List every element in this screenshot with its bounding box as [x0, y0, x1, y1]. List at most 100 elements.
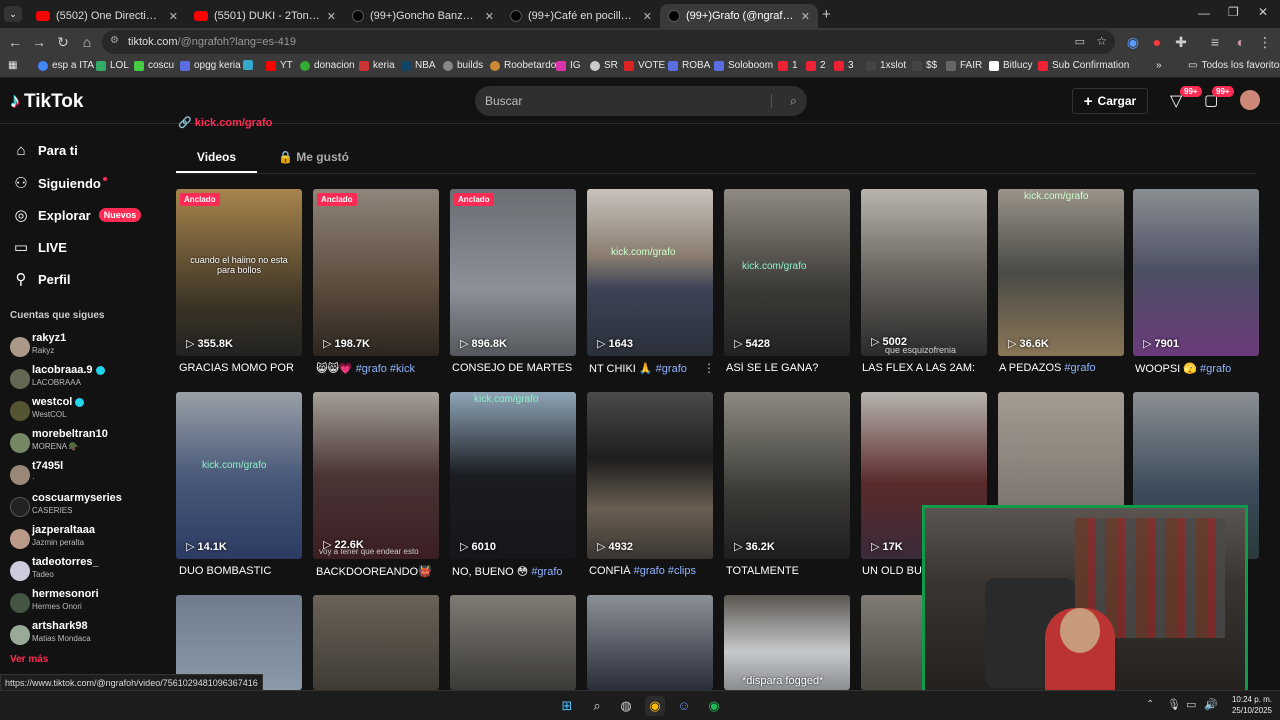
video-caption[interactable]: TOTALMENTE: [726, 565, 852, 577]
chrome-menu-icon[interactable]: ⋮: [1256, 33, 1274, 51]
followed-account[interactable]: coscuarmyseries CASERIES: [10, 492, 155, 522]
bookmark-item[interactable]: ROBA: [668, 60, 710, 71]
video-caption[interactable]: NT CHIKI 🙏 #grafo: [589, 362, 715, 375]
volume-icon[interactable]: 🔊: [1204, 698, 1218, 711]
bookmark-item[interactable]: donacion: [300, 60, 355, 71]
video-caption[interactable]: 😸😸💗 #grafo #kick: [316, 362, 442, 375]
video-card[interactable]: que esquizofrenia ▷ 5002: [861, 189, 987, 356]
bookmark-item[interactable]: builds: [443, 60, 483, 71]
profile-avatar-icon[interactable]: ◐: [1232, 33, 1250, 51]
bookmark-item[interactable]: VOTE: [624, 60, 665, 71]
browser-tab[interactable]: (99+)Café en pocillo: opciones ,✕: [502, 4, 660, 28]
bookmark-item[interactable]: LOL: [96, 60, 129, 71]
profile-link[interactable]: 🔗 kick.com/grafo: [178, 116, 272, 129]
bookmark-item[interactable]: coscu: [134, 60, 174, 71]
close-window-icon[interactable]: ✕: [1258, 5, 1268, 19]
video-card[interactable]: [313, 595, 439, 690]
video-caption[interactable]: UN OLD BU: [862, 565, 922, 577]
minimize-icon[interactable]: —: [1198, 6, 1210, 20]
avatar[interactable]: [1240, 90, 1260, 110]
video-card[interactable]: kick.com/grafo ▷ 5428: [724, 189, 850, 356]
video-caption[interactable]: CONSEJO DE MARTES: [452, 362, 578, 374]
video-card[interactable]: ▷ 7901: [1133, 189, 1259, 356]
bookmark-item[interactable]: Sub Confirmation: [1038, 60, 1129, 71]
bookmark-item[interactable]: opgg keria: [180, 60, 241, 71]
followed-account[interactable]: rakyz1 Rakyz: [10, 332, 155, 362]
discord-icon[interactable]: ☺: [674, 696, 694, 716]
video-card[interactable]: Anclado ▷ 896.8K: [450, 189, 576, 356]
video-caption[interactable]: DUO BOMBASTIC: [179, 565, 305, 577]
followed-account[interactable]: lacobraaa.9 LACOBRAAA: [10, 364, 155, 394]
video-caption[interactable]: WOOPSI 🫣 #grafo: [1135, 362, 1261, 375]
video-card[interactable]: kick.com/grafo ▷ 36.6K: [998, 189, 1124, 356]
bookmark-item[interactable]: 1: [778, 60, 798, 71]
close-icon[interactable]: ✕: [801, 10, 810, 23]
search-icon[interactable]: ⌕: [790, 93, 797, 109]
bookmark-item[interactable]: SR: [590, 60, 618, 71]
close-icon[interactable]: ✕: [643, 10, 652, 23]
upload-button[interactable]: + Cargar: [1072, 88, 1148, 114]
bookmark-item[interactable]: Roobetardo: [490, 60, 556, 71]
sidebar-item-siguiendo[interactable]: ⚇ Siguiendo: [12, 174, 107, 192]
followed-account[interactable]: tadeotorres_ Tadeo: [10, 556, 155, 586]
video-card[interactable]: [450, 595, 576, 690]
sidebar-item-perfil[interactable]: ⚲ Perfil: [12, 270, 71, 288]
browser-tab-active[interactable]: (99+)Grafo (@ngrafoh) | TikTok✕: [660, 4, 818, 28]
network-icon[interactable]: ▭: [1186, 698, 1196, 711]
close-icon[interactable]: ✕: [485, 10, 494, 23]
bookmark-item[interactable]: Soloboom: [714, 60, 773, 71]
all-bookmarks-folder[interactable]: ▭ Todos los favoritos: [1188, 60, 1280, 71]
video-caption[interactable]: GRACIAS MOMO POR: [179, 362, 305, 374]
bookmark-item[interactable]: 2: [806, 60, 826, 71]
bookmark-item[interactable]: NBA: [401, 60, 436, 71]
video-card[interactable]: kick.com/grafo ▷ 6010: [450, 392, 576, 559]
sidebar-item-explorar[interactable]: ◎ Explorar Nuevos: [12, 206, 142, 224]
video-caption[interactable]: BACKDOOREANDO👹: [316, 565, 442, 578]
chrome-icon[interactable]: ◉: [645, 696, 665, 716]
site-info-icon[interactable]: ⚙: [110, 35, 119, 46]
bookmark-star-icon[interactable]: ☆: [1096, 34, 1107, 48]
maximize-icon[interactable]: ❐: [1228, 5, 1239, 19]
extension-icon[interactable]: ◉: [1124, 33, 1142, 51]
bookmark-item[interactable]: keria: [359, 60, 395, 71]
bookmark-item[interactable]: YT: [266, 60, 293, 71]
back-icon[interactable]: ←: [6, 33, 24, 51]
forward-icon[interactable]: →: [30, 33, 48, 51]
bookmark-item[interactable]: [243, 60, 257, 70]
video-caption[interactable]: LAS FLEX A LAS 2AM:: [862, 362, 988, 374]
bookmark-item[interactable]: $$: [912, 60, 937, 71]
bookmark-item[interactable]: 3: [834, 60, 854, 71]
browser-tab[interactable]: (5501) DUKI - 2Tonos (Video Of✕: [186, 4, 344, 28]
tab-videos[interactable]: Videos: [176, 140, 257, 173]
followed-account[interactable]: jazperaltaaa Jazmin peralta: [10, 524, 155, 554]
tiktok-logo[interactable]: ♪ TikTok: [10, 90, 83, 113]
video-card[interactable]: voy a tener que endear esto ▷ 22.6K: [313, 392, 439, 559]
search-input[interactable]: Buscar ⌕: [475, 86, 807, 116]
spotify-icon[interactable]: ◉: [704, 696, 724, 716]
extensions-puzzle-icon[interactable]: ✚: [1172, 33, 1190, 51]
address-bar[interactable]: ⚙ tiktok.com/@ngrafoh?lang=es-419 ▭ ☆: [102, 30, 1115, 54]
close-icon[interactable]: ✕: [169, 10, 178, 23]
more-options-icon[interactable]: ⋮: [703, 361, 715, 375]
apps-icon[interactable]: ▦: [8, 60, 17, 71]
followed-account[interactable]: t7495l ·: [10, 460, 155, 490]
home-icon[interactable]: ⌂: [78, 33, 96, 51]
followed-account[interactable]: artshark98 Matias Mondaca: [10, 620, 155, 650]
tab-liked[interactable]: 🔒 Me gustó: [278, 140, 368, 173]
video-card[interactable]: kick.com/grafo ▷ 14.1K: [176, 392, 302, 559]
video-caption[interactable]: CONFIÁ #grafo #clips: [589, 565, 715, 577]
microphone-icon[interactable]: 🎙: [1167, 698, 1181, 711]
bookmark-item[interactable]: FAIR: [946, 60, 982, 71]
bookmark-item[interactable]: 1xslot: [866, 60, 906, 71]
followed-account[interactable]: hermesonori Hermes Onori: [10, 588, 155, 618]
video-caption[interactable]: NO, BUENO 😳 #grafo: [452, 565, 578, 578]
app-icon[interactable]: ◍: [616, 696, 636, 716]
followed-account[interactable]: westcol WestCOL: [10, 396, 155, 426]
search-icon[interactable]: ⌕: [587, 696, 607, 716]
sidebar-item-para-ti[interactable]: ⌂ Para ti: [12, 142, 77, 159]
see-more-link[interactable]: Ver más: [10, 654, 48, 665]
tab-search-button[interactable]: ⌄: [4, 6, 22, 22]
reload-icon[interactable]: ↻: [54, 33, 72, 51]
sidebar-item-live[interactable]: ▭ LIVE: [12, 238, 67, 256]
video-card[interactable]: ▷ 4932: [587, 392, 713, 559]
